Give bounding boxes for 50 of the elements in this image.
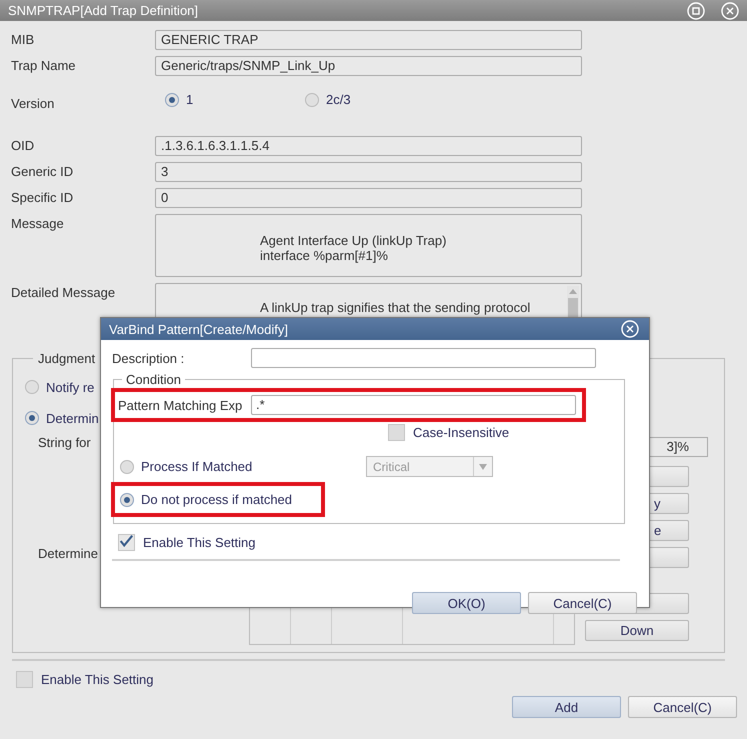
radio-label: Process If Matched xyxy=(141,459,252,474)
close-icon[interactable] xyxy=(721,2,739,20)
restore-icon[interactable] xyxy=(687,2,705,20)
dialog-button[interactable]: OK(O) xyxy=(412,592,521,614)
dialog-button[interactable]: Cancel(C) xyxy=(528,592,637,614)
checkbox-label: Enable This Setting xyxy=(143,535,256,550)
field-label: Specific ID xyxy=(11,189,74,205)
dialog-button[interactable]: Cancel(C) xyxy=(628,696,737,718)
radio-button[interactable] xyxy=(25,411,39,425)
text-field[interactable]: Generic/traps/SNMP_Link_Up xyxy=(155,56,582,76)
group-legend: Condition xyxy=(122,372,185,387)
radio-button[interactable] xyxy=(25,380,39,394)
radio-label: 1 xyxy=(186,92,194,107)
field-label: MIB xyxy=(11,31,36,47)
pattern-field[interactable]: .* xyxy=(251,395,576,415)
text-field[interactable]: 0 xyxy=(155,188,582,208)
dropdown-arrow-icon xyxy=(479,464,487,470)
checkbox[interactable] xyxy=(16,671,33,688)
text-field[interactable]: 3 xyxy=(155,162,582,182)
window-title: SNMPTRAP[Add Trap Definition] xyxy=(8,3,198,18)
field-label: Generic ID xyxy=(11,163,74,179)
radio-label: Notify re xyxy=(46,380,94,394)
checkbox[interactable] xyxy=(388,424,405,441)
determine-label: Determine xyxy=(38,546,99,561)
checkbox-label: Enable This Setting xyxy=(41,672,154,687)
field-label: Message xyxy=(11,215,65,231)
group-legend: Judgment xyxy=(33,351,100,366)
field-label: OID xyxy=(11,137,36,153)
text-field[interactable]: GENERIC TRAP xyxy=(155,30,582,50)
field-label: Version xyxy=(11,95,56,111)
radio-label: 2c/3 xyxy=(326,92,351,107)
radio-label: Do not process if matched xyxy=(141,492,292,507)
checkbox[interactable] xyxy=(118,534,135,551)
description-label: Description : xyxy=(112,350,186,366)
checkbox-label: Case-Insensitive xyxy=(413,425,510,440)
side-button[interactable]: Down xyxy=(585,620,689,641)
radio-label: Determin xyxy=(46,410,99,426)
close-icon[interactable] xyxy=(621,320,639,338)
string-format-label: String for xyxy=(38,435,92,450)
radio-button[interactable] xyxy=(165,92,179,106)
field-label: Trap Name xyxy=(11,57,77,73)
radio-button[interactable] xyxy=(305,92,319,106)
text-area[interactable]: Agent Interface Up (linkUp Trap) interface %parm[#1]% xyxy=(155,214,582,277)
pattern-label: Pattern Matching Exp xyxy=(118,398,244,412)
description-field[interactable] xyxy=(251,348,596,368)
text-field[interactable]: .1.3.6.1.6.3.1.1.5.4 xyxy=(155,136,582,156)
dialog-button[interactable]: Add xyxy=(512,696,621,718)
radio-button[interactable] xyxy=(120,492,134,506)
radio-button[interactable] xyxy=(120,460,134,474)
field-label: Detailed Message xyxy=(11,284,116,300)
